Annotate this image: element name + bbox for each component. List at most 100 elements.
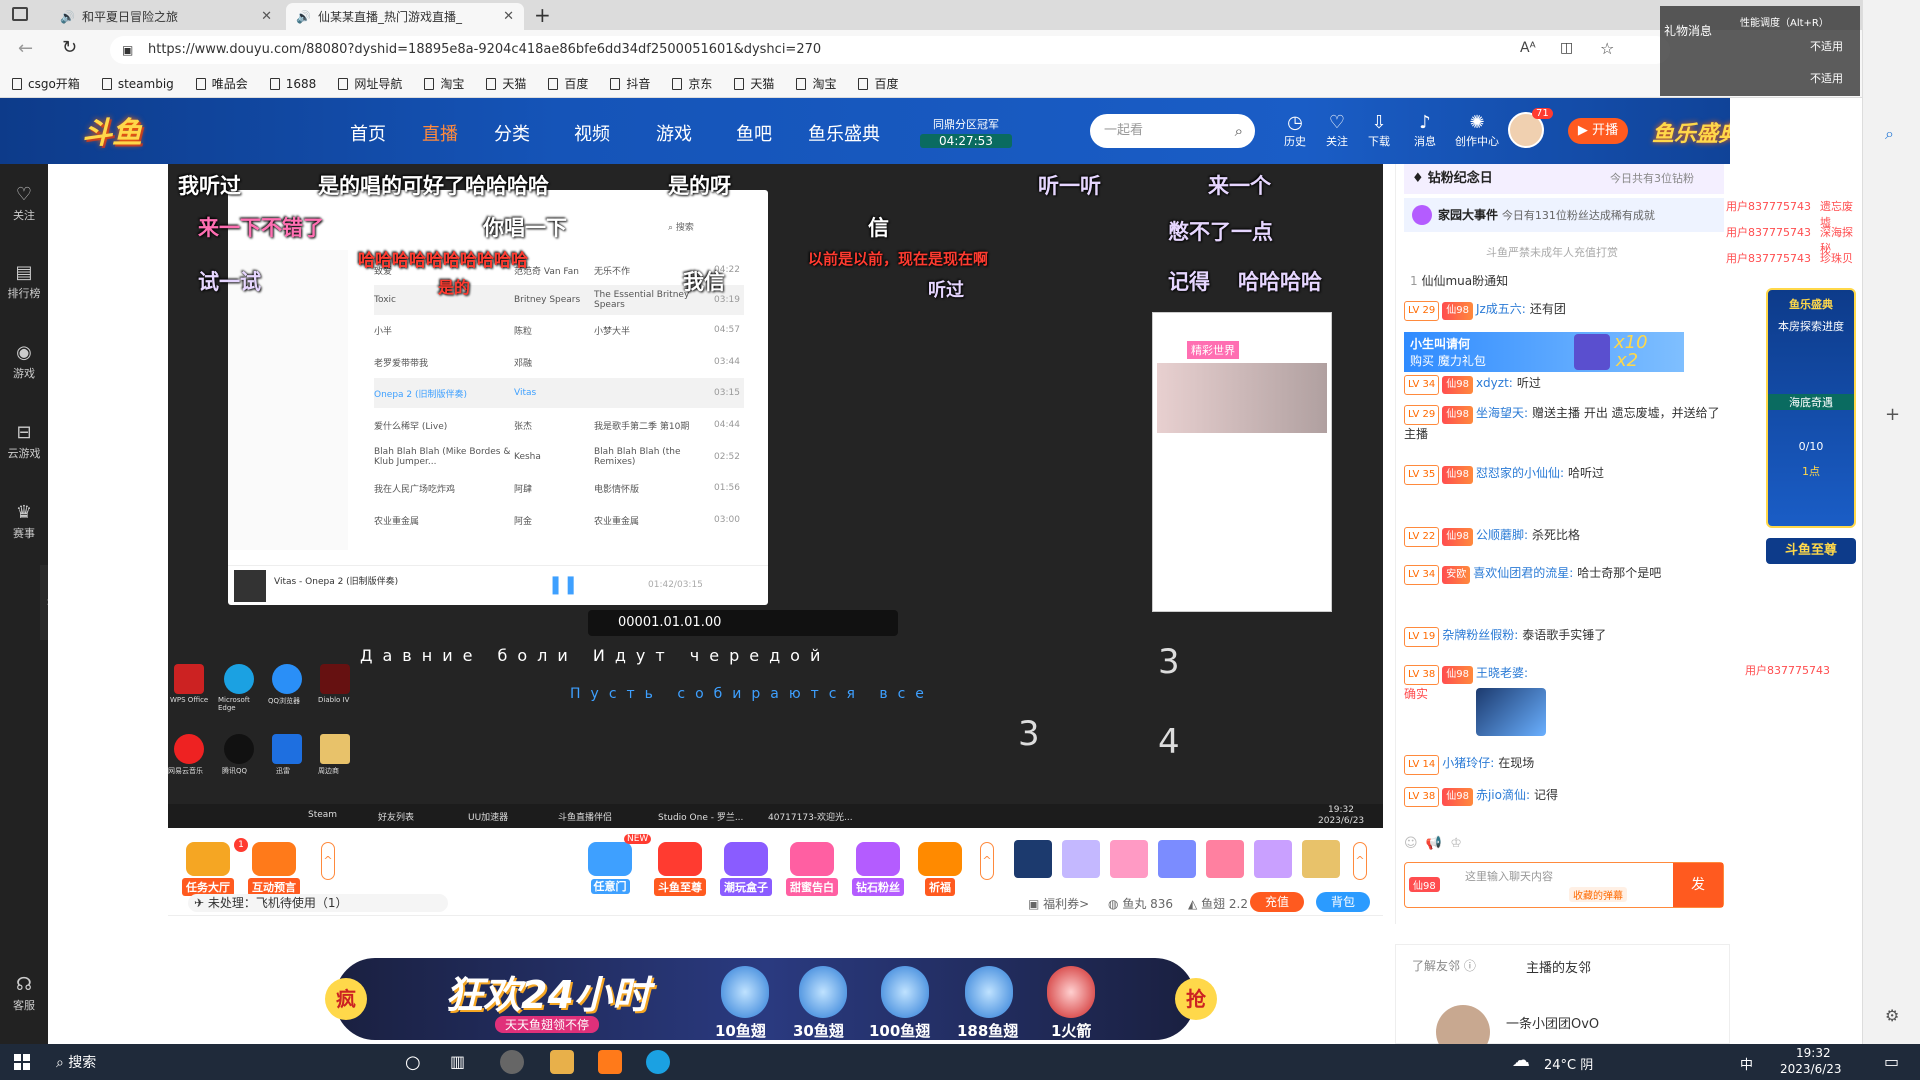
bookmark[interactable]: steambig [101,77,174,91]
sidebar-item-cloud-games[interactable]: ⊟ 云游戏 [0,422,48,461]
sidebar-item-follow[interactable]: ♡ 关注 [0,184,48,223]
taskbar-app-icon[interactable] [646,1050,670,1074]
portal-button[interactable]: 任意门 [588,842,632,894]
clock-date[interactable]: 2023/6/23 [1780,1062,1842,1076]
nav-games[interactable]: 游戏 [656,120,692,146]
download-button[interactable]: ⇩ 下载 [1359,112,1399,149]
megaphone-icon[interactable]: 📢 [1426,836,1442,851]
nav-festival[interactable]: 鱼乐盛典 [808,120,880,146]
tab-inactive[interactable]: 🔊 和平夏日冒险之旅 ✕ [50,3,282,30]
search-input[interactable]: 一起看 ⌕ [1090,114,1255,148]
pending-notice[interactable]: ✈ 未处理：飞机待使用（1） [188,894,448,912]
gift-item[interactable] [1062,840,1100,878]
bookmark[interactable]: 淘宝 [424,75,464,92]
plus-icon[interactable]: + [1885,404,1900,425]
task-hall-button[interactable]: 任务大厅 [182,842,234,896]
gift-item[interactable] [1302,840,1340,878]
bookmark[interactable]: 天猫 [486,75,526,92]
notification-icon[interactable]: ▭ [1884,1052,1899,1071]
search-icon[interactable]: ⌕ [1235,114,1243,148]
side-promo-card[interactable]: 鱼乐盛典 本房探索进度 海底奇遇 0/10 1点 [1766,288,1856,528]
tab-actions-icon[interactable] [12,7,28,21]
sidebar-item-events[interactable]: ♛ 赛事 [0,502,48,541]
sidebar-item-ranking[interactable]: ▤ 排行榜 [0,262,48,301]
nav-fishbar[interactable]: 鱼吧 [736,120,772,146]
expand-mid-icon[interactable]: ^ [980,842,994,880]
gift-item[interactable] [1014,840,1052,878]
bookmark[interactable]: 唯品会 [195,75,248,92]
go-live-button[interactable]: ▶ 开播 [1568,118,1628,144]
nav-category[interactable]: 分类 [494,120,530,146]
bookmark[interactable]: 百度 [858,75,898,92]
pray-button[interactable]: 祈福 [918,842,962,896]
bookmark[interactable]: 天猫 [734,75,774,92]
toy-box-button[interactable]: 潮玩盒子 [720,842,772,896]
welfare-link[interactable]: ▣ 福利券> [1028,895,1089,912]
gift-item[interactable] [1110,840,1148,878]
new-tab-button[interactable]: + [534,3,551,27]
site-logo[interactable]: 斗鱼 [82,108,142,152]
message-button[interactable]: ♪ 消息 [1405,112,1445,149]
tab-active[interactable]: 🔊 仙某某直播_热门游戏直播_ ✕ [286,3,524,30]
nav-video[interactable]: 视频 [574,120,610,146]
follow-button[interactable]: ♡ 关注 [1317,112,1357,149]
bookmark[interactable]: csgo开箱 [12,75,80,92]
taskbar-app-icon[interactable] [550,1050,574,1074]
diamond-fan-button[interactable]: 钻石粉丝 [852,842,904,896]
gift-item[interactable] [1158,840,1196,878]
creator-center-button[interactable]: ✺ 创作中心 [1452,112,1502,149]
recharge-button[interactable]: 充值 [1250,892,1304,912]
emoji-icon[interactable]: ☺ [1404,836,1418,851]
bookmark[interactable]: 1688 [269,77,316,91]
favorite-star-icon[interactable]: ☆ [1600,39,1614,58]
expand-left-icon[interactable]: ^ [321,842,335,880]
history-button[interactable]: ◷ 历史 [1275,112,1315,149]
promo-countdown[interactable]: 同鼎分区冠军 04:27:53 [920,116,1012,148]
play-time: 01:42/03:15 [648,580,703,590]
taskbar-search[interactable]: ⌕ 搜索 [56,1052,96,1072]
backpack-button[interactable]: 背包 [1316,892,1370,912]
site-info-icon[interactable]: ▣ [122,36,133,64]
tab-host-friends[interactable]: 主播的友邻 [1526,957,1591,976]
start-icon[interactable] [14,1054,30,1070]
taskbar-app-icon[interactable]: ○ [405,1052,421,1073]
ime-indicator[interactable]: 中 [1740,1054,1753,1073]
split-screen-icon[interactable]: ◫ [1560,40,1573,56]
read-aloud-icon[interactable]: Aᴬ [1520,40,1536,56]
close-icon[interactable]: ✕ [261,9,272,24]
taskbar-app-icon[interactable] [500,1050,524,1074]
saved-danmaku-badge[interactable]: 收藏的弹幕 [1569,887,1627,902]
diamond-anniversary-bar[interactable]: ♦ 钻粉纪念日 今日共有3位钻粉 [1404,164,1724,194]
home-event-bar[interactable]: 家园大事件 今日有131位粉丝达成稀有成就 [1404,198,1724,232]
sidebar-item-games[interactable]: ◉ 游戏 [0,342,48,381]
bookmark[interactable]: 淘宝 [796,75,836,92]
sidebar-item-support[interactable]: ☊ 客服 [0,974,48,1013]
bookmark[interactable]: 抖音 [610,75,650,92]
nav-live[interactable]: 直播 [422,120,458,146]
url-field[interactable]: ▣ https://www.douyu.com/88080?dyshid=188… [110,36,1670,64]
supreme-button[interactable]: 斗鱼至尊 [654,842,706,896]
confession-button[interactable]: 甜蜜告白 [786,842,838,896]
bookmark[interactable]: 百度 [548,75,588,92]
video-player[interactable]: WPS Office Microsoft Edge QQ浏览器 Diablo I… [168,164,1383,828]
supreme-promo[interactable]: 斗鱼至尊 [1766,538,1856,564]
search-icon[interactable]: ⌕ [1885,124,1894,144]
expand-right-icon[interactable]: ^ [1353,842,1367,880]
bookmark[interactable]: 京东 [672,75,712,92]
taskbar-app-icon[interactable]: ▥ [450,1052,465,1071]
clock-time[interactable]: 19:32 [1796,1046,1831,1060]
send-button[interactable]: 发 [1673,863,1723,907]
gift-item[interactable] [1206,840,1244,878]
prediction-button[interactable]: 互动预言 [248,842,300,896]
gift-item[interactable] [1254,840,1292,878]
promo-banner[interactable]: 疯 狂欢24小时 天天鱼翅领不停 10鱼翅 30鱼翅 100鱼翅 188鱼翅 1… [325,958,1217,1040]
taskbar-app-icon[interactable] [598,1050,622,1074]
refresh-icon[interactable]: ↻ [62,37,77,58]
crown-icon[interactable]: ♔ [1450,836,1462,851]
gear-icon[interactable]: ⚙ [1885,1006,1899,1025]
tab-learn-friends[interactable]: 了解友邻 ⓘ [1412,957,1476,974]
close-icon[interactable]: ✕ [503,9,514,24]
nav-home[interactable]: 首页 [350,120,386,146]
bookmark[interactable]: 网址导航 [338,75,402,92]
back-icon[interactable]: ← [18,38,33,59]
